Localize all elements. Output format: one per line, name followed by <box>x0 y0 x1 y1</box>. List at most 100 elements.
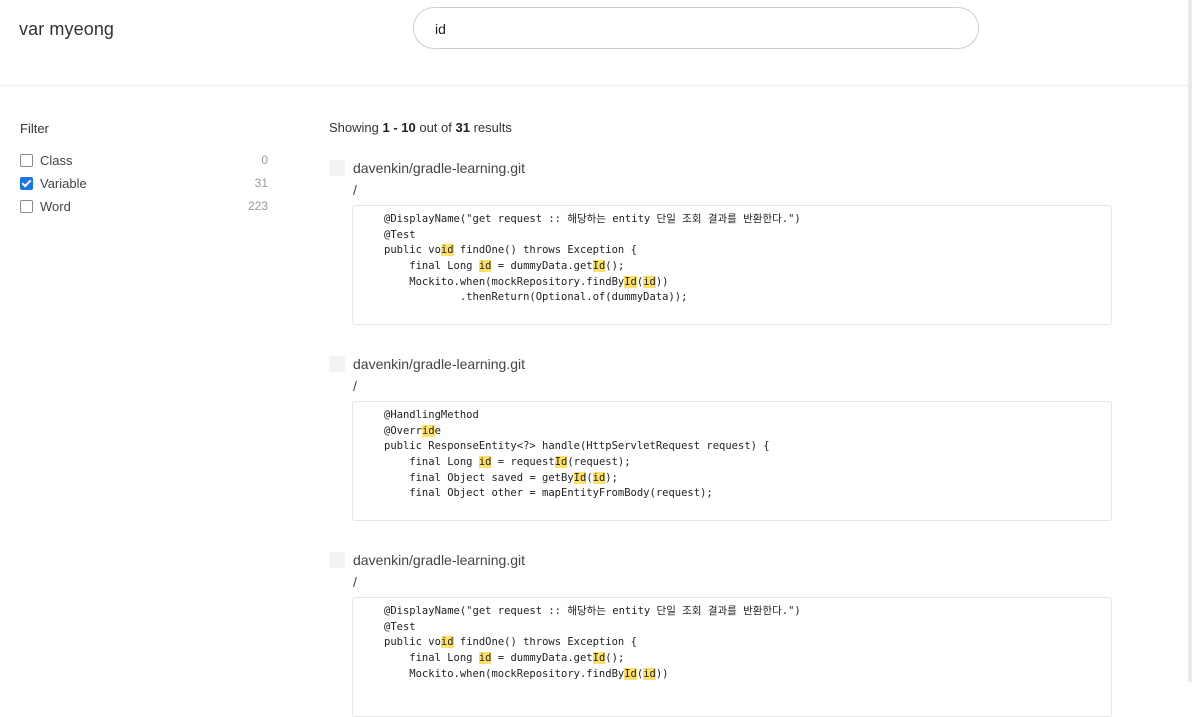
filter-option-class[interactable]: Class 0 <box>20 153 268 171</box>
code-line: @DisplayName("get request :: 해당하는 entity… <box>384 604 801 620</box>
repo-name-link[interactable]: davenkin/gradle-learning.git <box>353 160 525 176</box>
summary-middle: out of <box>415 120 456 135</box>
match-highlight: id <box>440 636 454 649</box>
code-text: @Test <box>384 620 416 633</box>
match-highlight: id <box>592 471 606 484</box>
code-line: final Long id = dummyData.getId(); <box>384 259 801 275</box>
file-path-link[interactable]: / <box>353 378 357 394</box>
filter-option-word[interactable]: Word 223 <box>20 199 268 217</box>
code-text: e <box>434 424 441 437</box>
code-snippet: @DisplayName("get request :: 해당하는 entity… <box>352 205 1112 325</box>
summary-total: 31 <box>455 120 470 135</box>
match-highlight: Id <box>624 667 637 680</box>
code-line: @DisplayName("get request :: 해당하는 entity… <box>384 212 801 228</box>
filter-option-count: 31 <box>254 176 268 190</box>
site-title[interactable]: var myeong <box>19 19 114 40</box>
code-text: findOne() throws Exception { <box>453 636 637 649</box>
match-highlight: id <box>440 244 454 257</box>
code-snippet: @DisplayName("get request :: 해당하는 entity… <box>352 597 1112 717</box>
repo-name-link[interactable]: davenkin/gradle-learning.git <box>353 552 525 568</box>
filter-title: Filter <box>20 121 49 136</box>
repo-avatar <box>329 160 345 176</box>
code-text: = request <box>491 456 555 469</box>
code-text: public ResponseEntity<?> handle(HttpServ… <box>384 440 770 453</box>
code-text: final Long <box>384 260 479 273</box>
code-line: @Test <box>384 620 801 636</box>
match-highlight: Id <box>624 275 637 288</box>
match-highlight: Id <box>592 260 606 273</box>
repo-avatar <box>329 552 345 568</box>
code-text: @Overr <box>384 424 422 437</box>
match-highlight: id <box>643 667 656 680</box>
code-line: @HandlingMethod <box>384 408 770 424</box>
code-text: .thenReturn(Optional.of(dummyData)); <box>384 291 688 304</box>
code-text: final Long <box>384 652 479 665</box>
repo-name-link[interactable]: davenkin/gradle-learning.git <box>353 356 525 372</box>
code-text: @Test <box>384 228 416 241</box>
code-text: (); <box>605 260 625 273</box>
filter-option-count: 0 <box>261 153 268 167</box>
match-highlight: id <box>421 424 435 437</box>
code-text: = dummyData.get <box>491 652 593 665</box>
code-line: final Long id = dummyData.getId(); <box>384 651 801 667</box>
code-text: (); <box>605 652 625 665</box>
code-snippet: @HandlingMethod @Override public ResponseE… <box>352 401 1112 521</box>
code-text: )) <box>655 275 669 288</box>
code-text: )) <box>655 667 669 680</box>
code-text: ( <box>586 471 593 484</box>
code-line: public void findOne() throws Exception { <box>384 243 801 259</box>
code-line: @Override <box>384 424 770 440</box>
code-text: = dummyData.get <box>491 260 593 273</box>
filter-option-label[interactable]: Variable <box>40 176 87 191</box>
summary-range: 1 - 10 <box>382 120 416 135</box>
page-scrollbar[interactable] <box>1188 0 1192 682</box>
code-line: @Test <box>384 228 801 244</box>
code-text: final Object other = mapEntityFromBody(r… <box>384 487 713 500</box>
match-highlight: Id <box>554 456 568 469</box>
variable-checkbox[interactable] <box>20 177 33 190</box>
code-text: public vo <box>384 636 441 649</box>
results-summary: Showing 1 - 10 out of 31 results <box>329 120 512 135</box>
filter-option-label[interactable]: Word <box>40 199 71 214</box>
code-text: final Object saved = getBy <box>384 471 574 484</box>
search-box[interactable] <box>413 7 979 49</box>
code-text: (request); <box>567 456 631 469</box>
code-line: .thenReturn(Optional.of(dummyData)); <box>384 290 801 306</box>
code-text: public vo <box>384 244 441 257</box>
match-highlight: id <box>478 260 492 273</box>
code-text: @DisplayName("get request :: 해당하는 entity… <box>384 605 801 617</box>
code-lines: @HandlingMethod @Override public ResponseE… <box>384 408 770 502</box>
code-line: final Object other = mapEntityFromBody(r… <box>384 486 770 502</box>
code-lines: @DisplayName("get request :: 해당하는 entity… <box>384 212 801 306</box>
filter-option-label[interactable]: Class <box>40 153 73 168</box>
code-line: final Long id = requestId(request); <box>384 455 770 471</box>
top-bar: var myeong <box>0 0 1188 86</box>
code-text: Mockito.when(mockRepository.findBy <box>384 667 625 680</box>
repo-avatar <box>329 356 345 372</box>
search-input[interactable] <box>435 18 955 40</box>
code-line: Mockito.when(mockRepository.findById(id)… <box>384 667 801 683</box>
code-line: public ResponseEntity<?> handle(HttpServ… <box>384 439 770 455</box>
code-line: public void findOne() throws Exception { <box>384 635 801 651</box>
summary-suffix: results <box>469 120 512 135</box>
code-line: final Object saved = getById(id); <box>384 471 770 487</box>
code-text: @DisplayName("get request :: 해당하는 entity… <box>384 213 801 225</box>
code-text: @HandlingMethod <box>384 409 479 421</box>
file-path-link[interactable]: / <box>353 574 357 590</box>
match-highlight: id <box>478 652 492 665</box>
code-line: Mockito.when(mockRepository.findById(id)… <box>384 275 801 291</box>
match-highlight: Id <box>573 471 587 484</box>
class-checkbox[interactable] <box>20 154 33 167</box>
filter-option-count: 223 <box>247 199 268 213</box>
code-lines: @DisplayName("get request :: 해당하는 entity… <box>384 604 801 682</box>
file-path-link[interactable]: / <box>353 182 357 198</box>
filter-option-variable[interactable]: Variable 31 <box>20 176 268 194</box>
word-checkbox[interactable] <box>20 200 33 213</box>
summary-prefix: Showing <box>329 120 383 135</box>
match-highlight: id <box>478 456 492 469</box>
code-text: ); <box>605 471 618 484</box>
code-text: findOne() throws Exception { <box>453 244 637 257</box>
match-highlight: id <box>643 275 656 288</box>
code-text: final Long <box>384 456 479 469</box>
code-text: Mockito.when(mockRepository.findBy <box>384 275 625 288</box>
